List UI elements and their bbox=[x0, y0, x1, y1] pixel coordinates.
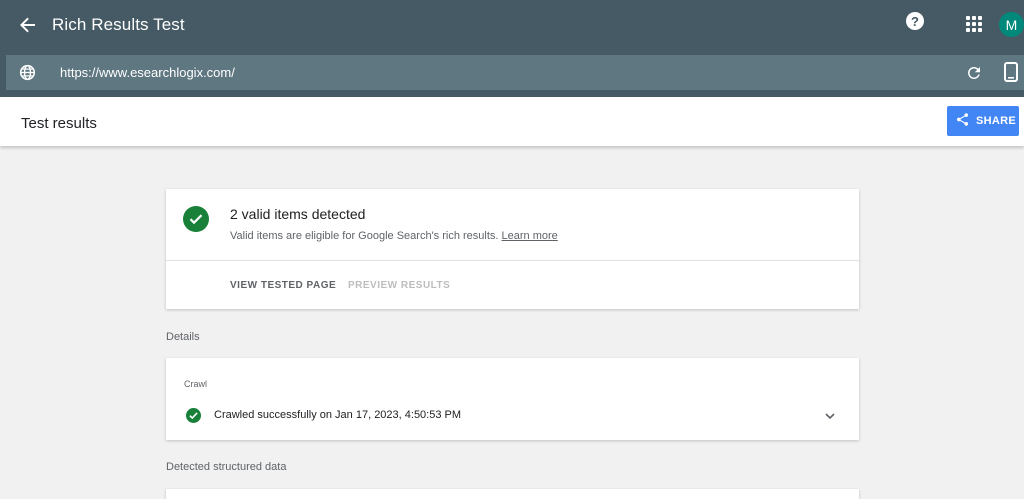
share-label: SHARE bbox=[976, 115, 1017, 127]
avatar[interactable]: M bbox=[999, 12, 1024, 37]
app-header: Rich Results Test ? M https://www.esearc… bbox=[0, 0, 1024, 97]
summary-title: 2 valid items detected bbox=[230, 206, 366, 222]
arrow-back-icon[interactable] bbox=[16, 13, 40, 37]
details-section-label: Details bbox=[166, 331, 200, 343]
preview-results-button[interactable]: PREVIEW RESULTS bbox=[348, 280, 450, 291]
summary-subtitle: Valid items are eligible for Google Sear… bbox=[230, 230, 558, 242]
share-icon bbox=[955, 112, 970, 130]
url-input[interactable]: https://www.esearchlogix.com/ bbox=[60, 65, 235, 80]
structured-data-section-label: Detected structured data bbox=[166, 461, 287, 473]
share-button[interactable]: SHARE bbox=[947, 106, 1019, 136]
crawl-label: Crawl bbox=[184, 379, 208, 389]
apps-grid-icon[interactable] bbox=[966, 16, 982, 32]
view-tested-page-button[interactable]: VIEW TESTED PAGE bbox=[230, 280, 336, 291]
check-circle-icon bbox=[186, 408, 201, 423]
divider bbox=[166, 260, 859, 261]
page-title: Test results bbox=[21, 115, 97, 132]
globe-icon bbox=[19, 64, 36, 81]
smartphone-icon[interactable] bbox=[1004, 62, 1018, 82]
crawl-card[interactable]: Crawl Crawled successfully on Jan 17, 20… bbox=[166, 358, 859, 440]
check-circle-icon bbox=[183, 206, 209, 232]
url-bar: https://www.esearchlogix.com/ bbox=[6, 55, 1024, 90]
structured-data-card[interactable] bbox=[166, 489, 859, 499]
results-header: Test results SHARE bbox=[0, 97, 1024, 146]
crawl-status: Crawled successfully on Jan 17, 2023, 4:… bbox=[214, 409, 462, 421]
reload-icon[interactable] bbox=[965, 64, 983, 82]
help-icon[interactable]: ? bbox=[906, 12, 924, 30]
app-title: Rich Results Test bbox=[52, 15, 185, 34]
learn-more-link[interactable]: Learn more bbox=[502, 230, 558, 242]
summary-subtitle-text: Valid items are eligible for Google Sear… bbox=[230, 230, 499, 242]
summary-card: 2 valid items detected Valid items are e… bbox=[166, 189, 859, 309]
chevron-down-icon[interactable] bbox=[823, 409, 837, 423]
